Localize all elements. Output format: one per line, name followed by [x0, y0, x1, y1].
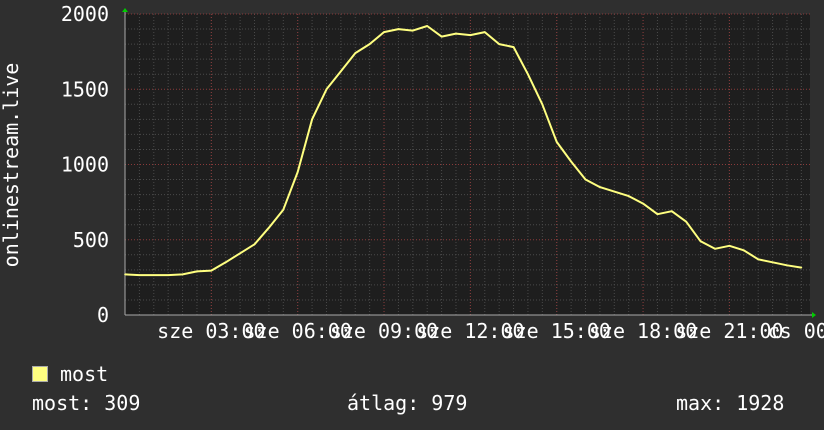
y-tick-label: 1500 [61, 77, 109, 101]
data-point [296, 171, 299, 173]
y-tick-label: 2000 [61, 2, 109, 26]
x-tick-label: cs 00:00 [768, 319, 824, 343]
data-point [599, 186, 601, 188]
stat-average-label: átlag: [347, 391, 420, 415]
data-point [728, 244, 731, 247]
legend-label-most: most [60, 362, 109, 386]
data-point [397, 28, 400, 30]
data-point [800, 266, 803, 269]
data-point [124, 273, 126, 276]
x-axis-arrow [812, 312, 816, 318]
data-point [685, 220, 688, 223]
data-point [455, 32, 457, 35]
data-point [383, 31, 385, 33]
stat-max: max: 1928 [676, 391, 784, 415]
data-point [555, 141, 558, 143]
data-point [268, 226, 270, 229]
data-point [570, 160, 572, 163]
data-point [613, 190, 616, 193]
grid [125, 13, 810, 315]
data-point [527, 73, 529, 75]
line-chart: 0500100015002000sze 03:00sze 06:00sze 09… [0, 2, 824, 343]
data-point [743, 249, 745, 252]
data-point [325, 88, 328, 91]
legend-swatch-most [32, 366, 48, 382]
y-axis-label: onlinestream.live [0, 63, 23, 268]
data-point [196, 270, 198, 273]
data-point [282, 208, 285, 211]
data-point [771, 261, 774, 264]
data-point [426, 25, 429, 27]
data-point [541, 103, 544, 106]
data-point [483, 31, 486, 33]
data-point [412, 29, 414, 32]
data-point [440, 35, 443, 38]
y-tick-label: 0 [97, 303, 109, 327]
y-tick-label: 1000 [61, 153, 109, 177]
stat-average: átlag: 979 [347, 391, 467, 415]
data-point [253, 243, 256, 246]
stat-max-label: max: [676, 391, 725, 415]
data-point [498, 43, 500, 45]
data-point [584, 178, 587, 181]
data-point [656, 213, 659, 215]
stat-current-label: most: [32, 391, 93, 415]
legend: most [32, 362, 108, 386]
data-point [224, 261, 227, 264]
data-point [181, 273, 184, 276]
data-point [627, 195, 630, 197]
data-point [642, 202, 644, 205]
data-point [340, 70, 342, 72]
data-point [757, 258, 759, 261]
stat-max-value: 1928 [736, 391, 785, 415]
data-point [354, 52, 357, 54]
data-point [671, 210, 673, 212]
data-point [699, 240, 702, 243]
y-axis-arrow [122, 8, 128, 12]
data-point [152, 274, 155, 276]
data-point [469, 34, 472, 36]
chart-stage: 0 500 1000 1500 2000 sze 03:00 sze 06:00 sze 09… [0, 0, 824, 430]
data-point [714, 247, 716, 250]
data-point [786, 264, 788, 267]
stat-average-value: 979 [431, 391, 468, 415]
data-point [239, 252, 241, 255]
y-tick-label: 500 [73, 228, 109, 252]
data-point [210, 269, 213, 272]
data-point [512, 46, 515, 48]
stat-current-value: 309 [104, 391, 141, 415]
stat-current: most: 309 [32, 391, 140, 415]
data-point [167, 274, 169, 276]
data-point [138, 274, 141, 276]
data-point [311, 118, 313, 121]
data-point [368, 43, 371, 45]
